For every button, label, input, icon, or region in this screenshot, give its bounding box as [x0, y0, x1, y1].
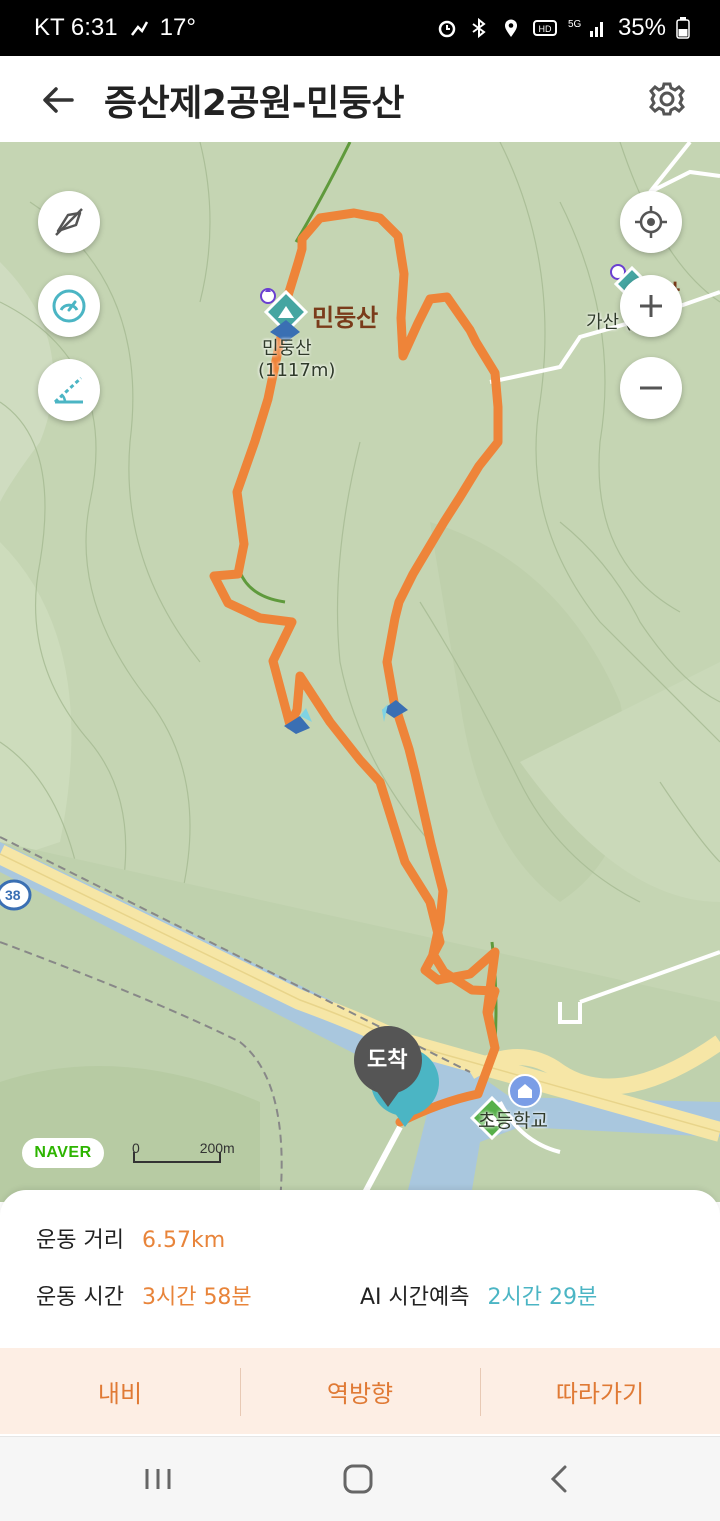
status-bar: KT 6:31 17° HD 5G 35%: [0, 0, 720, 56]
alarm-icon: [438, 20, 456, 38]
svg-text:5G: 5G: [568, 19, 582, 30]
back-icon[interactable]: [540, 1461, 580, 1497]
bluetooth-icon: [472, 17, 486, 39]
follow-button[interactable]: 따라가기: [480, 1348, 720, 1434]
ai-prediction-row: AI 시간예측 2시간 29분: [360, 1279, 597, 1311]
arrival-label: 도착: [367, 1048, 408, 1073]
route-number: 38: [5, 887, 21, 903]
temperature: 17°: [159, 14, 196, 41]
home-icon[interactable]: [338, 1461, 378, 1497]
scale-bar: 0 200m: [132, 1140, 235, 1156]
scale-zero: 0: [132, 1140, 140, 1156]
navi-button[interactable]: 내비: [0, 1348, 240, 1434]
plus-icon: [640, 295, 662, 317]
crosshair-icon: [635, 206, 667, 238]
gear-icon[interactable]: [644, 76, 690, 122]
back-arrow-icon[interactable]: [36, 78, 80, 122]
time-value: 3시간 58분: [141, 1285, 252, 1310]
peak-label: 민둥산: [312, 304, 379, 332]
activity-icon: [130, 21, 148, 36]
signal-5g-icon: 5G: [568, 19, 603, 37]
distance-row: 운동 거리 6.57km: [36, 1222, 225, 1254]
ai-value: 2시간 29분: [487, 1285, 598, 1310]
carrier-time: KT 6:31: [34, 14, 118, 41]
ai-label: AI 시간예측: [360, 1285, 470, 1310]
distance-label: 운동 거리: [36, 1228, 124, 1253]
battery-icon: [676, 17, 690, 39]
scale-value: 200m: [199, 1140, 235, 1156]
time-row: 운동 시간 3시간 58분: [36, 1279, 252, 1311]
time-label: 운동 시간: [36, 1285, 124, 1310]
distance-value: 6.57km: [141, 1228, 226, 1253]
action-bar: 내비 역방향 따라가기: [0, 1348, 720, 1434]
zoom-in-button[interactable]: [620, 275, 682, 337]
reverse-button[interactable]: 역방향: [240, 1348, 480, 1434]
speedometer-button[interactable]: [38, 275, 100, 337]
minus-icon: [640, 386, 662, 390]
map-view[interactable]: 민둥산 민둥산 (1117m) 산 가산 ( m) 38 도착 초등학교: [0, 142, 720, 1202]
recent-apps-icon[interactable]: [138, 1461, 178, 1497]
naver-logo: NAVER: [22, 1138, 104, 1168]
battery-percent: 35%: [617, 14, 666, 41]
route-off-icon: [55, 208, 83, 236]
speedometer-icon: [52, 289, 86, 323]
page-title: 증산제2공원-민둥산: [104, 83, 404, 124]
hd-voice-icon: HD: [532, 20, 557, 36]
school-label: 초등학교: [478, 1110, 548, 1132]
zoom-out-button[interactable]: [620, 357, 682, 419]
svg-text:HD: HD: [538, 24, 551, 34]
location-icon: [504, 19, 517, 37]
elevation-icon: [53, 376, 83, 404]
my-location-button[interactable]: [620, 191, 682, 253]
peak-elevation: (1117m): [258, 360, 336, 381]
peak-sublabel: 민둥산: [262, 338, 312, 359]
hide-route-button[interactable]: [38, 191, 100, 253]
elevation-button[interactable]: [38, 359, 100, 421]
app-header: 증산제2공원-민둥산: [0, 56, 720, 143]
system-nav-bar: [0, 1436, 720, 1521]
